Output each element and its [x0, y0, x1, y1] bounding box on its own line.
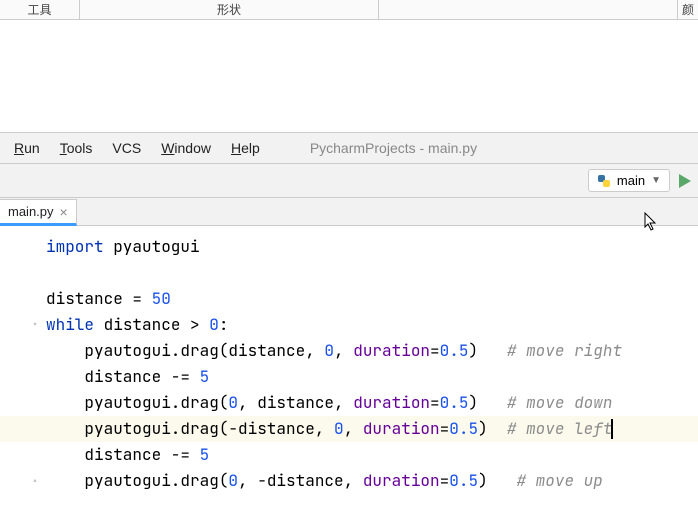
paint-tabs: 工具 形状 颜 — [0, 0, 698, 20]
ide-toolbar: main ▼ — [0, 164, 698, 198]
fold-icon[interactable]: ▾ — [32, 312, 38, 338]
paint-tab-tools[interactable]: 工具 — [0, 0, 80, 19]
fold-end-icon[interactable]: ▴ — [32, 468, 38, 494]
close-icon[interactable]: × — [60, 205, 68, 219]
chevron-down-icon: ▼ — [651, 175, 661, 186]
canvas-spacer — [0, 20, 698, 132]
menu-tools[interactable]: Tools — [50, 136, 103, 160]
python-icon — [597, 174, 611, 188]
paint-tab-colors[interactable]: 颜 — [678, 0, 698, 19]
project-title: PycharmProjects - main.py — [310, 140, 477, 156]
menu-window[interactable]: Window — [151, 136, 221, 160]
file-tab-label: main.py — [8, 204, 54, 219]
run-button[interactable] — [678, 173, 692, 189]
run-config-selector[interactable]: main ▼ — [588, 169, 670, 192]
menu-help[interactable]: Help — [221, 136, 270, 160]
menu-run[interactable]: Run — [4, 136, 50, 160]
run-config-label: main — [617, 173, 645, 188]
play-icon — [678, 173, 692, 189]
paint-tab-empty[interactable] — [379, 0, 678, 19]
paint-tab-shape[interactable]: 形状 — [80, 0, 379, 19]
file-tab-main[interactable]: main.py × — [0, 199, 77, 226]
text-caret — [611, 419, 613, 439]
code-editor[interactable]: import pyautogui distance = 50 ▾while di… — [0, 226, 698, 522]
menu-vcs[interactable]: VCS — [102, 136, 151, 160]
ide-menubar: Run Tools VCS Window Help PycharmProject… — [0, 132, 698, 164]
editor-tabs: main.py × — [0, 198, 698, 226]
